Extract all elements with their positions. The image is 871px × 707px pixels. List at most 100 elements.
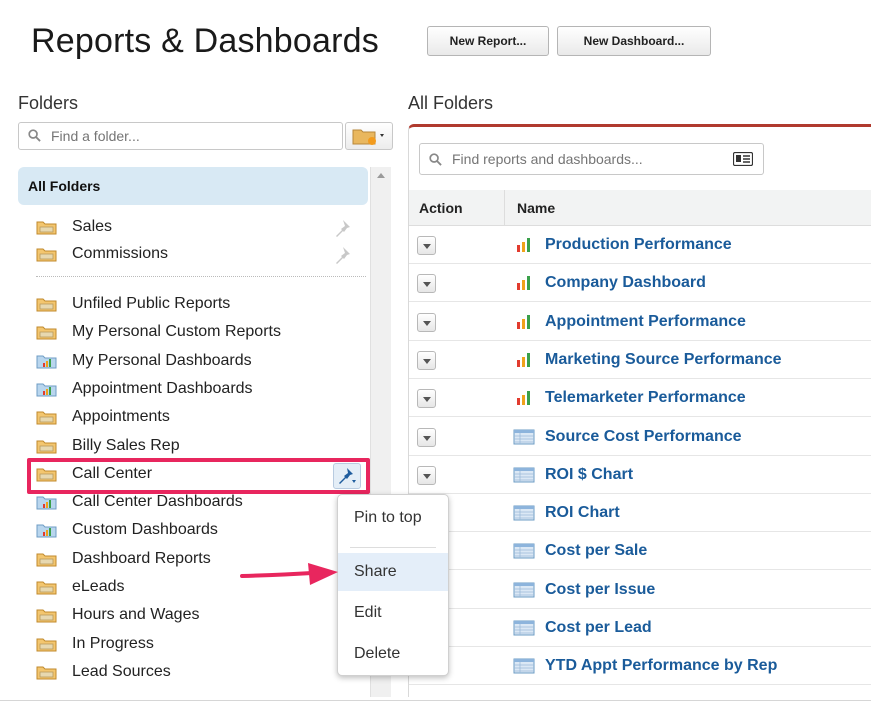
folder-item[interactable]: Appointment Dashboards [36,377,366,401]
folder-icon [36,581,57,595]
all-folders-item[interactable]: All Folders [18,167,368,205]
row-action-dropdown[interactable] [417,274,436,294]
folder-label: My Personal Dashboards [72,351,252,369]
folder-icon [36,411,57,425]
pinned-folder-item[interactable]: Sales [36,215,366,239]
folder-context-menu: Pin to top Share Edit Delete [337,494,449,676]
folder-icon [36,553,57,567]
pin-icon[interactable] [334,219,352,237]
row-action-dropdown[interactable] [417,236,436,255]
reports-table: Action Name Production Performance Compan… [409,190,871,697]
dashboard-icon [517,314,530,329]
create-folder-button[interactable] [345,122,393,150]
pin-icon[interactable] [334,246,352,264]
folder-label: eLeads [72,578,125,595]
dashboard-folder-icon [36,355,57,369]
report-name-link[interactable]: Cost per Sale [545,532,647,570]
page-title: Reports & Dashboards [31,22,379,60]
table-header: Action Name [409,190,871,226]
folder-item[interactable]: Billy Sales Rep [36,434,366,458]
folder-icon [36,638,57,652]
folder-label: Billy Sales Rep [72,436,180,454]
folder-search-input[interactable] [51,123,341,149]
folders-heading: Folders [18,93,79,113]
report-icon [513,543,535,559]
row-action-dropdown[interactable] [417,312,436,332]
folder-label: Dashboard Reports [72,549,211,567]
pointer-arrow-icon [240,563,338,585]
table-row: Production Performance [409,226,871,264]
folder-item[interactable]: Unfiled Public Reports [36,292,366,316]
folder-item[interactable]: My Personal Custom Reports [36,320,366,344]
report-name-link[interactable]: Marketing Source Performance [545,341,782,379]
table-row: ROI Chart [409,494,871,533]
search-icon [28,129,41,142]
dashboard-icon [517,391,530,406]
report-name-link[interactable]: ROI $ Chart [545,456,633,494]
search-icon [429,153,442,166]
folder-label: Lead Sources [72,662,171,680]
folder-label: Hours and Wages [72,606,200,624]
report-icon [513,620,535,636]
report-name-link[interactable]: Telemarketer Performance [545,379,746,417]
folder-menu-button[interactable] [333,463,361,489]
row-action-dropdown[interactable] [417,389,436,409]
report-name-link[interactable]: ROI Chart [545,494,620,532]
column-header-action[interactable]: Action [419,190,463,226]
pinned-folder-item[interactable]: Commissions [36,242,366,266]
folder-item[interactable]: In Progress [36,632,366,656]
folder-icon [36,221,57,235]
folder-icon [36,248,57,262]
report-name-link[interactable]: Company Dashboard [545,264,706,302]
new-report-button[interactable]: New Report... [427,26,549,56]
pinned-divider [36,276,366,277]
report-name-link[interactable]: YTD Appt Performance by Rep [545,647,777,685]
new-dashboard-button[interactable]: New Dashboard... [557,26,711,56]
all-folders-heading: All Folders [408,93,494,113]
folder-item[interactable]: Hours and Wages [36,603,366,627]
context-menu-item[interactable]: Share [338,553,448,591]
report-name-link[interactable]: Cost per Issue [545,571,655,609]
folder-item[interactable]: Appointments [36,405,366,429]
dashboard-folder-icon [36,524,57,538]
column-header-name[interactable]: Name [517,190,555,226]
reports-search-box [419,143,764,175]
folder-item[interactable]: My Personal Dashboards [36,349,366,373]
report-name-link[interactable]: Source Cost Performance [545,418,742,456]
folder-search-box [18,122,343,150]
scroll-up-icon[interactable] [377,173,385,178]
folder-label: Appointment Dashboards [72,379,253,397]
folder-label: Sales [72,218,113,235]
folder-label: My Personal Custom Reports [72,323,281,341]
pin-icon [339,468,356,484]
folder-tree: All Folders Sales Commissions Unfiled Publ… [18,167,368,697]
report-name-link[interactable]: Production Performance [545,226,732,264]
report-icon [513,582,535,598]
filter-card-icon[interactable] [733,152,753,166]
folder-label: Commissions [72,245,169,262]
new-folder-icon [352,129,384,145]
row-action-dropdown[interactable] [417,465,436,485]
table-row: Telemarketer Performance [409,379,871,418]
context-menu-item[interactable]: Delete [338,635,448,673]
dashboard-folder-icon [36,496,57,510]
context-menu-item[interactable]: Pin to top [338,499,448,537]
folder-item[interactable]: Custom Dashboards [36,518,366,542]
dashboard-icon [517,276,530,291]
reports-search-input[interactable] [452,144,742,174]
row-action-dropdown[interactable] [417,350,436,370]
report-icon [513,505,535,521]
folder-item[interactable]: Lead Sources [36,660,366,684]
table-row: YTD Appt Performance by Rep [409,647,871,686]
folder-icon [36,666,57,680]
folder-icon [36,298,57,312]
report-name-link[interactable]: Cost per Lead [545,609,652,647]
dashboard-folder-icon [36,383,57,397]
page-bottom-border [0,700,871,701]
call-center-highlight [27,458,370,494]
folder-label: Custom Dashboards [72,521,218,539]
row-action-dropdown[interactable] [417,427,436,447]
context-menu-item[interactable]: Edit [338,594,448,632]
table-row: Marketing Source Performance [409,341,871,379]
report-name-link[interactable]: Appointment Performance [545,303,746,341]
